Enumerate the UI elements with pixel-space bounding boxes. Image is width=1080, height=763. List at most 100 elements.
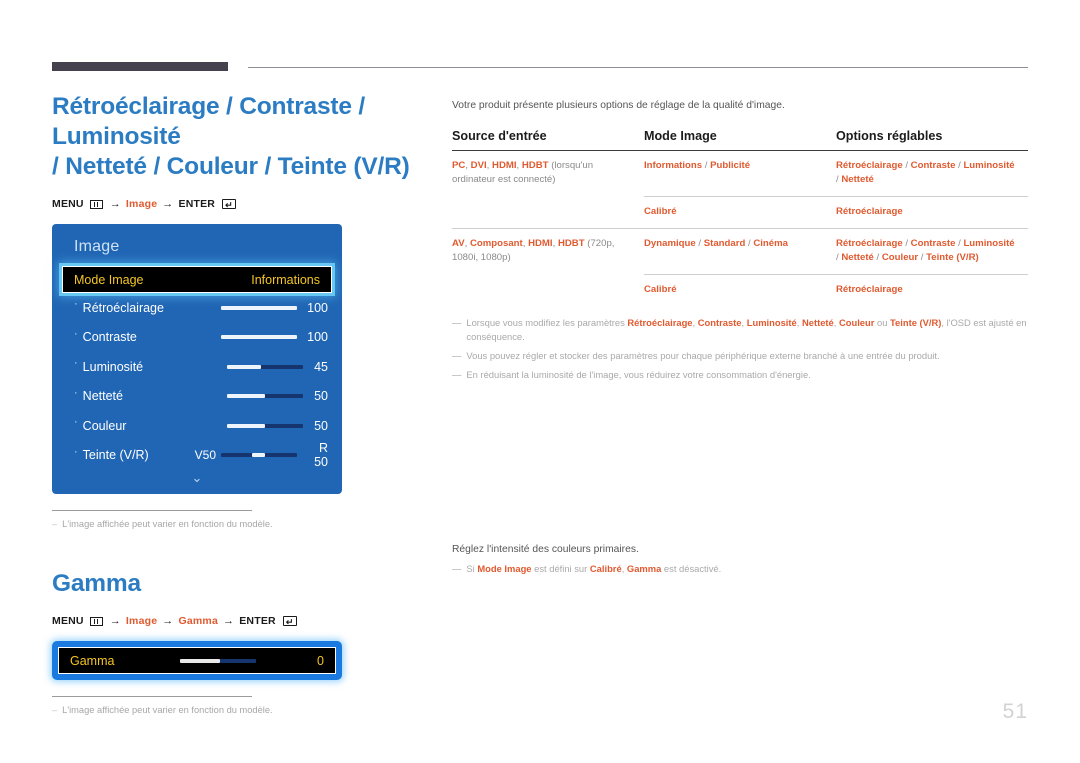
table-cell-source: AV, Composant, HDMI, HDBT (720p, 1080i, …: [452, 228, 644, 275]
breadcrumb-2-item-image: Image: [125, 615, 158, 627]
osd-row-mode-image[interactable]: Mode Image Informations: [62, 266, 332, 293]
osd-row-label: Rétroéclairage: [82, 300, 164, 315]
gamma-bullet-note: — Si Mode Image est défini sur Calibré, …: [452, 562, 1028, 576]
note-line-2: – L'image affichée peut varier en foncti…: [52, 704, 284, 717]
section-1-title-line-2: / Netteté / Couleur / Teinte (V/R): [52, 153, 410, 180]
osd-row-bullet-icon: ·: [74, 298, 78, 311]
osd-row-gamma-value: 0: [317, 653, 324, 668]
osd-row-slider[interactable]: [226, 364, 303, 369]
table-cell-options: Rétroéclairage / Contraste / Luminosité …: [836, 228, 1028, 275]
chevron-down-icon[interactable]: ⌄: [52, 471, 342, 484]
osd-row-mode-image-label: Mode Image: [74, 272, 144, 287]
note-line-1: – L'image affichée peut varier en foncti…: [52, 518, 284, 531]
note-dash-1: –: [52, 519, 58, 529]
right-column: Votre produit présente plusieurs options…: [452, 98, 1028, 387]
page-title-section-1: Rétroéclairage / Contraste / Luminosité …: [52, 92, 424, 182]
osd-row-value: 50: [314, 418, 328, 433]
osd-row-gamma-label: Gamma: [70, 653, 115, 668]
osd-row-slider[interactable]: [221, 335, 298, 340]
osd-row-value: 45: [314, 359, 328, 374]
table-row: Calibré Rétroéclairage: [452, 196, 1028, 229]
breadcrumb-2-enter-label: ENTER: [239, 615, 276, 627]
osd-row-label: Contraste: [82, 330, 137, 345]
options-table-header-row: Source d'entrée Mode Image Options régla…: [452, 129, 1028, 151]
osd-row-slider[interactable]: [220, 453, 297, 458]
note-block-section-1: – L'image affichée peut varier en foncti…: [52, 510, 284, 531]
osd-panel-image[interactable]: Image Mode Image Informations · Rétroécla…: [52, 224, 342, 494]
osd-row[interactable]: · Luminosité 45: [52, 352, 342, 382]
breadcrumb-2-menu-label: MENU: [52, 615, 84, 627]
page-header-rule: [52, 62, 1028, 74]
note-block-section-2: – L'image affichée peut varier en foncti…: [52, 696, 284, 717]
osd-row-label: Couleur: [82, 418, 127, 433]
table-cell-source: PC, DVI, HDMI, HDBT (lorsqu'un ordinateu…: [452, 160, 594, 185]
enter-return-icon: ↵: [282, 616, 297, 627]
osd-row-gamma-slider-fill: [180, 658, 220, 663]
osd-row-gamma-slider[interactable]: [180, 658, 256, 663]
osd-row-prefix: V50: [194, 448, 217, 463]
osd-row-value: 100: [307, 300, 328, 315]
breadcrumb-menu-label: MENU: [52, 198, 84, 210]
note-dash-2: –: [52, 705, 58, 715]
breadcrumb-2-arrow-1: →: [109, 615, 121, 627]
osd-row-bullet-icon: ·: [74, 445, 78, 458]
osd-row[interactable]: · Rétroéclairage 100: [52, 293, 342, 323]
left-column: Rétroéclairage / Contraste / Luminosité …: [52, 92, 424, 717]
note-rule-2: [52, 696, 252, 697]
osd-row-slider-fill: [226, 394, 265, 399]
header-rule-block: [52, 62, 228, 71]
breadcrumb-2-arrow-3: →: [223, 615, 235, 627]
osd-row-slider[interactable]: [226, 394, 303, 399]
menu-grid-icon: [89, 199, 103, 209]
page-title-section-2: Gamma: [52, 570, 141, 597]
column-header-options: Options réglables: [836, 129, 943, 143]
table-cell-mode: Dynamique / Standard / Cinéma: [644, 228, 836, 275]
column-header-source: Source d'entrée: [452, 129, 547, 143]
table-cell-options: Rétroéclairage: [836, 274, 1028, 306]
osd-row-gamma[interactable]: Gamma 0: [58, 647, 336, 674]
table-row: PC, DVI, HDMI, HDBT (lorsqu'un ordinateu…: [452, 151, 1028, 197]
note-rule-1: [52, 510, 252, 511]
gamma-description-block: Réglez l'intensité des couleurs primaire…: [452, 542, 1028, 581]
bullet-text-2: Vous pouvez régler et stocker des paramè…: [466, 350, 940, 361]
bullet-dash-1: —: [452, 317, 462, 328]
bullet-note-list: — Lorsque vous modifiez les paramètres R…: [452, 316, 1028, 382]
bullet-note-1: — Lorsque vous modifiez les paramètres R…: [452, 316, 1028, 344]
options-table-body: PC, DVI, HDMI, HDBT (lorsqu'un ordinateu…: [452, 151, 1028, 306]
osd-row[interactable]: · Teinte (V/R) V50 R 50: [52, 441, 342, 471]
table-cell-options: Rétroéclairage: [836, 196, 1028, 229]
osd-row-list: · Rétroéclairage 100 · Contraste 100 · Luminosi…: [52, 293, 342, 470]
breadcrumb-item-image: Image: [125, 198, 158, 210]
table-cell-source: [452, 197, 644, 229]
table-cell-mode: Informations / Publicité: [644, 160, 751, 171]
breadcrumb-arrow-1: →: [109, 198, 121, 210]
osd-row-label: Teinte (V/R): [82, 448, 149, 463]
osd-row-label: Luminosité: [82, 359, 144, 374]
gamma-bullet-text: Si Mode Image est défini sur Calibré, Ga…: [466, 563, 722, 574]
menu-grid-icon: [89, 616, 103, 626]
osd-row-slider[interactable]: [221, 305, 298, 310]
osd-row-slider-knob[interactable]: [252, 453, 266, 458]
osd-row[interactable]: · Couleur 50: [52, 411, 342, 441]
header-rule-line: [248, 67, 1028, 68]
bullet-note-2: — Vous pouvez régler et stocker des para…: [452, 349, 1028, 363]
osd-row-slider-fill: [226, 364, 261, 369]
osd-row[interactable]: · Contraste 100: [52, 323, 342, 353]
breadcrumb-section-1: MENU → Image → ENTER ↵: [52, 198, 424, 210]
breadcrumb-section-2: MENU → Image → Gamma → ENTER ↵: [52, 615, 424, 627]
options-table-head: Source d'entrée Mode Image Options régla…: [452, 129, 1028, 151]
breadcrumb-arrow-2: →: [162, 198, 174, 210]
osd-row-label: Netteté: [82, 389, 123, 404]
osd-row-value: R 50: [314, 441, 328, 470]
osd-row-mode-image-value: Informations: [251, 272, 320, 287]
table-cell-options: Rétroéclairage / Contraste / Luminosité …: [836, 160, 1015, 185]
osd-row[interactable]: · Netteté 50: [52, 382, 342, 412]
enter-return-icon: ↵: [222, 199, 237, 210]
bullet-dash-3: —: [452, 369, 462, 380]
osd-panel-gamma[interactable]: Gamma 0: [52, 641, 342, 680]
table-cell-mode: Calibré: [644, 196, 836, 229]
osd-row-slider[interactable]: [226, 423, 303, 428]
bullet-dash-2: —: [452, 350, 462, 361]
osd-row-slider-fill: [221, 335, 298, 340]
osd-row-bullet-icon: ·: [74, 386, 78, 399]
